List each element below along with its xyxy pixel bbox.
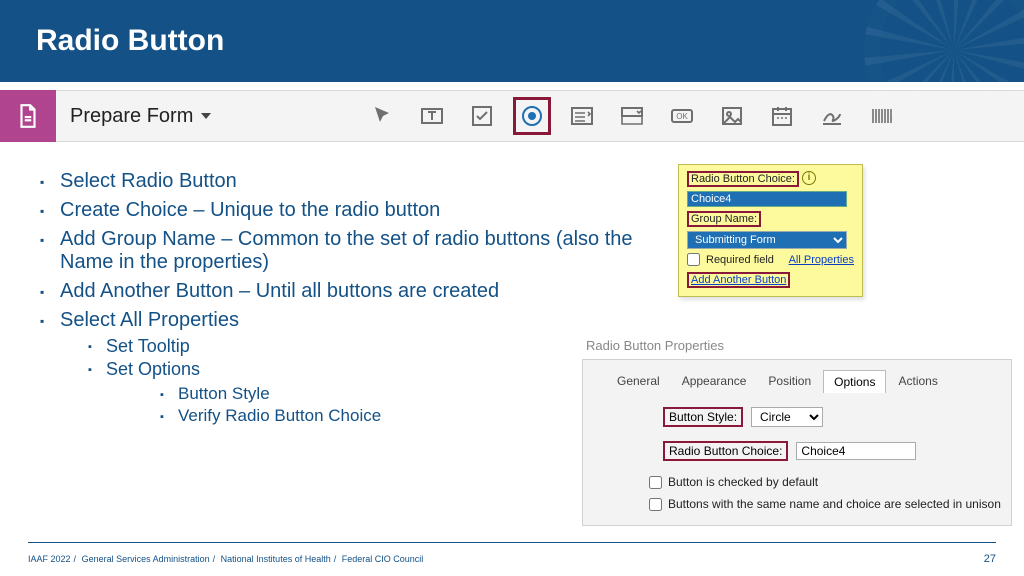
dropdown-field-icon (620, 104, 644, 128)
unison-label: Buttons with the same name and choice ar… (668, 497, 1001, 511)
button-style-label: Button Style: (663, 407, 743, 427)
signature-field-tool[interactable] (813, 97, 851, 135)
file-button[interactable] (0, 90, 56, 142)
tab-appearance[interactable]: Appearance (672, 370, 757, 393)
prepare-form-label: Prepare Form (70, 105, 193, 128)
svg-text:OK: OK (677, 112, 689, 121)
page-number: 27 (984, 553, 996, 565)
bullet-item: Create Choice – Unique to the radio butt… (38, 199, 658, 222)
ok-button-tool[interactable]: OK (663, 97, 701, 135)
bullet-item: Add Another Button – Until all buttons a… (38, 280, 658, 303)
date-field-tool[interactable] (763, 97, 801, 135)
button-style-select[interactable]: Circle (751, 407, 823, 427)
form-tools-group: OK (363, 97, 901, 135)
checked-default-checkbox[interactable] (649, 476, 662, 489)
image-field-tool[interactable] (713, 97, 751, 135)
list-box-tool[interactable] (563, 97, 601, 135)
properties-dialog-title: Radio Button Properties (582, 334, 1012, 359)
document-icon (15, 103, 41, 129)
checkbox-icon (470, 104, 494, 128)
info-icon[interactable]: i (802, 171, 816, 185)
tab-general[interactable]: General (607, 370, 670, 393)
tab-options[interactable]: Options (823, 370, 886, 393)
unison-checkbox[interactable] (649, 498, 662, 511)
dropdown-tool[interactable] (613, 97, 651, 135)
checked-default-label: Button is checked by default (668, 475, 818, 489)
popup-choice-input[interactable] (687, 191, 847, 207)
radio-button-tool[interactable] (513, 97, 551, 135)
text-field-tool[interactable] (413, 97, 451, 135)
instruction-bullets: Select Radio Button Create Choice – Uniq… (38, 170, 658, 432)
image-icon (720, 104, 744, 128)
main-content: Select Radio Button Create Choice – Uniq… (0, 142, 1024, 538)
bullet-sub-sub-item: Verify Radio Button Choice (106, 406, 658, 426)
toolbar: Prepare Form OK (0, 90, 1024, 142)
bullet-sub-item: Set Options Button Style Verify Radio Bu… (60, 359, 658, 426)
popup-group-select[interactable]: Submitting Form (687, 231, 847, 249)
bullet-sub-sub-item: Button Style (106, 384, 658, 404)
footer-text: IAAF 2022/ General Services Administrati… (28, 554, 423, 564)
radio-choice-input[interactable] (796, 442, 916, 460)
properties-tabs: General Appearance Position Options Acti… (607, 370, 1001, 393)
radio-choice-label: Radio Button Choice: (663, 441, 788, 461)
add-another-button-link[interactable]: Add Another Button (687, 272, 790, 288)
required-field-label: Required field (706, 254, 774, 266)
list-box-icon (570, 104, 594, 128)
bullet-item: Add Group Name – Common to the set of ra… (38, 228, 658, 274)
select-tool[interactable] (363, 97, 401, 135)
radio-icon (520, 104, 544, 128)
popup-group-label: Group Name: (687, 211, 761, 227)
text-field-icon (420, 104, 444, 128)
calendar-icon (770, 104, 794, 128)
page-title: Radio Button (36, 24, 224, 58)
checkbox-tool[interactable] (463, 97, 501, 135)
popup-choice-label: Radio Button Choice: (687, 171, 799, 187)
all-properties-link[interactable]: All Properties (789, 254, 854, 266)
slide-footer: IAAF 2022/ General Services Administrati… (0, 542, 1024, 576)
signature-icon (820, 104, 844, 128)
bullet-sub-item: Set Tooltip (60, 336, 658, 357)
tab-position[interactable]: Position (758, 370, 821, 393)
bullet-item: Select Radio Button (38, 170, 658, 193)
ok-button-icon: OK (670, 104, 694, 128)
prepare-form-dropdown[interactable]: Prepare Form (56, 105, 233, 128)
bullet-item: Select All Properties Set Tooltip Set Op… (38, 309, 658, 426)
cursor-icon (370, 104, 394, 128)
radio-button-popup: Radio Button Choice: i Group Name: Submi… (678, 164, 863, 297)
title-bar: Radio Button (0, 0, 1024, 82)
dropdown-caret-icon (201, 113, 211, 119)
required-field-checkbox[interactable] (687, 253, 700, 266)
tab-actions[interactable]: Actions (888, 370, 947, 393)
radio-button-properties-dialog: Radio Button Properties General Appearan… (582, 334, 1012, 526)
